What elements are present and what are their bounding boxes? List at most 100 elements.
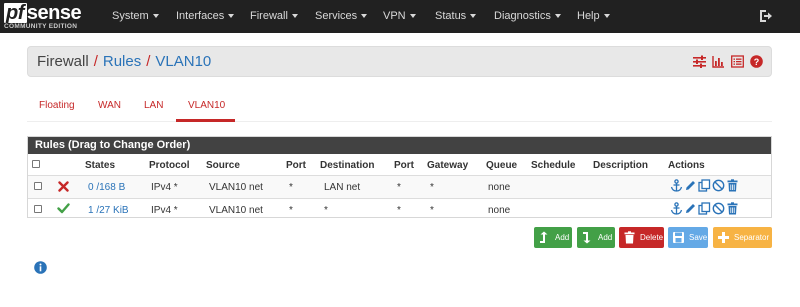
nav-help[interactable]: Help: [577, 0, 610, 33]
tab-lan[interactable]: LAN: [144, 100, 163, 111]
chevron-down-icon: [291, 14, 298, 19]
protocol-value: IPv4 *: [151, 205, 178, 216]
chevron-down-icon: [228, 14, 235, 19]
add-bottom-button[interactable]: Add: [577, 227, 615, 248]
nav-status[interactable]: Status: [435, 0, 477, 33]
protocol-value: IPv4 *: [151, 182, 178, 193]
svg-text:?: ?: [754, 57, 760, 67]
nav-interfaces-label: Interfaces: [176, 10, 225, 22]
pencil-icon[interactable]: [684, 202, 697, 215]
pfsense-logo[interactable]: pf sense COMMUNITY EDITION: [4, 3, 92, 31]
col-gateway: Gateway: [427, 160, 469, 171]
nav-firewall[interactable]: Firewall: [250, 0, 298, 33]
disable-icon[interactable]: [712, 179, 725, 192]
src-port-value: *: [289, 205, 293, 216]
nav-system-label: System: [112, 10, 149, 22]
states-value[interactable]: 1 /27 KiB: [88, 205, 129, 216]
breadcrumb-rules[interactable]: Rules: [103, 53, 141, 70]
col-description: Description: [593, 160, 649, 171]
col-schedule: Schedule: [531, 160, 576, 171]
row-checkbox[interactable]: [34, 205, 42, 213]
chevron-down-icon: [409, 14, 416, 19]
col-source: Source: [206, 160, 240, 171]
rules-panel: Rules (Drag to Change Order) States Prot…: [27, 136, 772, 218]
save-label: Save: [689, 233, 708, 242]
logo-pf: pf: [4, 3, 27, 23]
block-x-icon[interactable]: [58, 181, 69, 192]
separator-label: Separator: [734, 233, 770, 242]
top-navbar: pf sense COMMUNITY EDITION System Interfa…: [0, 0, 800, 33]
add-top-label: Add: [555, 233, 570, 242]
tab-vlan10[interactable]: VLAN10: [188, 100, 225, 111]
anchor-icon[interactable]: [670, 179, 683, 192]
disable-icon[interactable]: [712, 202, 725, 215]
src-port-value: *: [289, 182, 293, 193]
nav-interfaces[interactable]: Interfaces: [176, 0, 235, 33]
queue-value: none: [488, 205, 511, 216]
nav-diagnostics[interactable]: Diagnostics: [494, 0, 561, 33]
panel-title: Rules (Drag to Change Order): [28, 137, 771, 154]
states-value[interactable]: 0 /168 B: [88, 182, 125, 193]
dst-port-value: *: [397, 182, 401, 193]
gateway-value: *: [430, 205, 434, 216]
trash-icon[interactable]: [726, 202, 739, 215]
breadcrumb-firewall: Firewall: [37, 53, 89, 70]
pencil-icon[interactable]: [684, 179, 697, 192]
trash-icon: [624, 231, 635, 244]
select-all-checkbox[interactable]: [32, 160, 40, 168]
bar-chart-icon[interactable]: [712, 55, 725, 68]
breadcrumb-panel: Firewall / Rules / VLAN10 ?: [27, 46, 772, 77]
col-actions: Actions: [668, 160, 705, 171]
breadcrumb: Firewall / Rules / VLAN10: [37, 53, 211, 70]
copy-icon[interactable]: [698, 179, 711, 192]
active-tab-indicator: [176, 119, 235, 122]
add-bottom-label: Add: [598, 233, 613, 242]
help-icon[interactable]: ?: [750, 55, 763, 68]
logout-icon[interactable]: [759, 9, 773, 23]
pass-check-icon[interactable]: [57, 203, 70, 214]
save-icon: [673, 232, 684, 243]
list-icon[interactable]: [731, 55, 744, 68]
nav-vpn-label: VPN: [383, 10, 406, 22]
row-divider: [28, 198, 771, 199]
tab-floating[interactable]: Floating: [39, 100, 75, 111]
nav-help-label: Help: [577, 10, 600, 22]
col-port: Port: [286, 160, 306, 171]
col-protocol: Protocol: [149, 160, 190, 171]
info-icon[interactable]: [34, 261, 47, 274]
nav-vpn[interactable]: VPN: [383, 0, 416, 33]
col-port: Port: [394, 160, 414, 171]
chevron-down-icon: [603, 14, 610, 19]
sliders-icon[interactable]: [693, 55, 706, 68]
dst-port-value: *: [397, 205, 401, 216]
arrow-up-icon: [540, 231, 548, 243]
copy-icon[interactable]: [698, 202, 711, 215]
add-top-button[interactable]: Add: [534, 227, 572, 248]
source-value: VLAN10 net: [209, 205, 263, 216]
nav-system[interactable]: System: [112, 0, 159, 33]
source-value: VLAN10 net: [209, 182, 263, 193]
destination-value: LAN net: [324, 182, 361, 193]
logo-edition: COMMUNITY EDITION: [4, 23, 78, 30]
anchor-icon[interactable]: [670, 202, 683, 215]
breadcrumb-separator: /: [146, 53, 151, 70]
chevron-down-icon: [470, 14, 477, 19]
row-checkbox[interactable]: [34, 182, 42, 190]
breadcrumb-vlan10[interactable]: VLAN10: [155, 53, 211, 70]
nav-firewall-label: Firewall: [250, 10, 288, 22]
nav-services-label: Services: [315, 10, 358, 22]
breadcrumb-separator: /: [93, 53, 98, 70]
nav-services[interactable]: Services: [315, 0, 368, 33]
col-destination: Destination: [320, 160, 375, 171]
logo-sense: sense: [26, 2, 82, 24]
tab-divider: [27, 121, 772, 122]
chevron-down-icon: [152, 14, 159, 19]
save-button[interactable]: Save: [668, 227, 708, 248]
logo-wordmark: pf sense: [4, 2, 82, 24]
breadcrumb-icons: ?: [693, 55, 763, 69]
trash-icon[interactable]: [726, 179, 739, 192]
col-states: States: [85, 160, 116, 171]
delete-button[interactable]: Delete: [619, 227, 664, 248]
tab-wan[interactable]: WAN: [98, 100, 121, 111]
separator-button[interactable]: Separator: [713, 227, 772, 248]
